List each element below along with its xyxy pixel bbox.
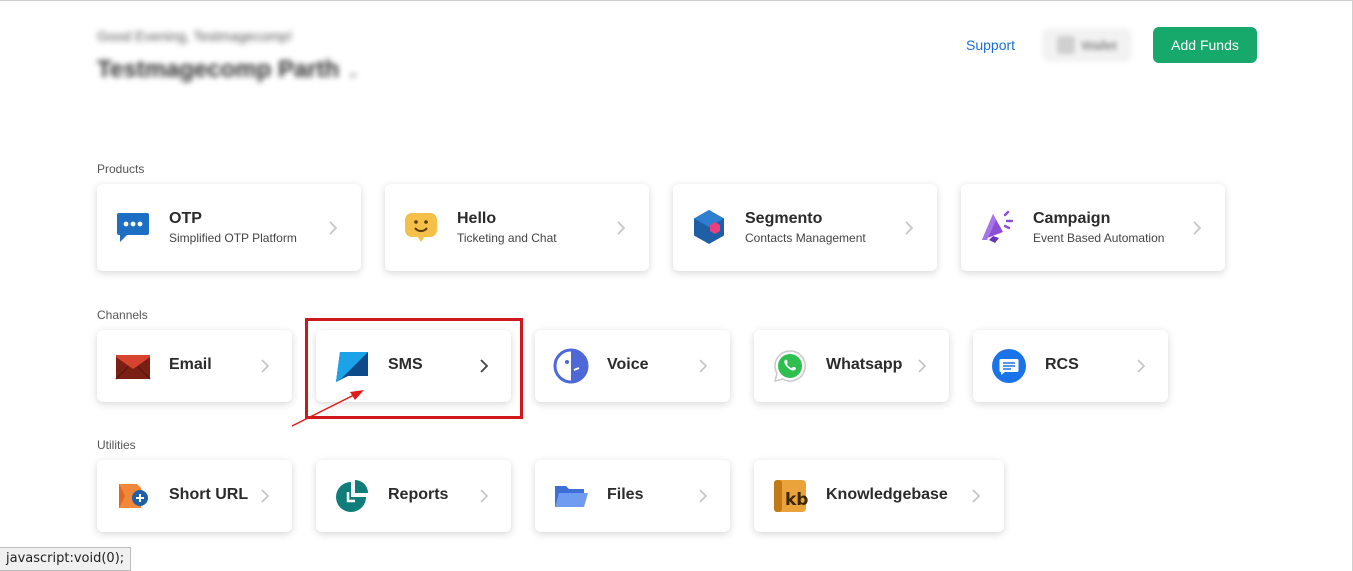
svg-text:kb: kb	[785, 490, 808, 510]
product-card-hello[interactable]: Hello Ticketing and Chat	[385, 184, 649, 271]
whatsapp-icon	[772, 348, 808, 384]
chevron-right-icon	[258, 359, 272, 373]
folder-icon	[553, 478, 589, 514]
utility-card-reports[interactable]: Reports	[316, 460, 511, 532]
utility-card-knowledgebase[interactable]: kb Knowledgebase	[754, 460, 1004, 532]
short-url-icon	[115, 478, 151, 514]
card-subtitle: Simplified OTP Platform	[169, 231, 297, 245]
product-card-segmento[interactable]: Segmento Contacts Management	[673, 184, 937, 271]
channel-card-voice[interactable]: Voice	[535, 330, 730, 402]
channel-card-email[interactable]: Email	[97, 330, 292, 402]
card-title: Segmento	[745, 210, 823, 227]
card-title: Campaign	[1033, 210, 1111, 227]
company-name: Testmagecomp Parth	[97, 56, 340, 83]
utility-card-files[interactable]: Files	[535, 460, 730, 532]
channel-card-rcs[interactable]: RCS	[973, 330, 1168, 402]
chevron-right-icon	[326, 220, 340, 235]
chevron-right-icon	[614, 220, 628, 235]
card-title: Whatsapp	[826, 356, 903, 373]
wallet-label: Wallet	[1081, 37, 1117, 53]
chevron-right-icon	[258, 489, 272, 503]
card-subtitle: Contacts Management	[745, 231, 866, 245]
card-title: RCS	[1045, 356, 1079, 373]
card-title: Short URL	[169, 486, 249, 503]
chevron-right-icon	[477, 489, 491, 503]
wallet-icon	[1057, 36, 1076, 54]
support-link[interactable]: Support	[966, 37, 1018, 53]
utility-card-short-url[interactable]: Short URL	[97, 460, 292, 532]
hello-smile-icon	[403, 209, 439, 245]
card-subtitle: Ticketing and Chat	[457, 231, 557, 245]
product-card-campaign[interactable]: Campaign Event Based Automation	[961, 184, 1225, 271]
chevron-right-icon	[915, 359, 929, 373]
product-card-otp[interactable]: OTP Simplified OTP Platform	[97, 184, 361, 271]
chevron-right-icon	[696, 489, 710, 503]
company-switcher[interactable]: Testmagecomp Parth ⌄	[97, 56, 359, 84]
card-title: Reports	[388, 486, 449, 503]
otp-chat-icon	[115, 209, 151, 245]
chevron-right-icon	[969, 489, 983, 503]
section-label-utilities: Utilities	[97, 438, 136, 452]
card-subtitle: Event Based Automation	[1033, 231, 1165, 245]
sms-highlight-box	[305, 318, 523, 419]
rcs-message-icon	[991, 348, 1027, 384]
top-border	[0, 0, 1353, 1]
voice-icon	[553, 348, 589, 384]
email-envelope-icon	[115, 348, 151, 384]
chevron-right-icon	[1134, 359, 1148, 373]
card-title: OTP	[169, 210, 202, 227]
add-funds-button[interactable]: Add Funds	[1153, 27, 1257, 63]
browser-status-bar: javascript:void(0);	[0, 547, 132, 571]
section-label-products: Products	[97, 162, 145, 176]
chevron-right-icon	[902, 220, 916, 235]
card-title: Files	[607, 486, 644, 503]
card-title: Knowledgebase	[826, 486, 948, 503]
segmento-hexagon-icon	[691, 209, 727, 245]
section-label-channels: Channels	[97, 308, 148, 322]
chevron-right-icon	[1190, 220, 1204, 235]
card-title: Email	[169, 356, 212, 373]
card-title: Voice	[607, 356, 649, 373]
reports-icon	[334, 478, 370, 514]
channel-card-whatsapp[interactable]: Whatsapp	[754, 330, 949, 402]
chevron-right-icon	[696, 359, 710, 373]
wallet-balance[interactable]: Wallet	[1042, 28, 1132, 62]
card-title: Hello	[457, 210, 497, 227]
knowledgebase-icon: kb	[772, 478, 808, 514]
campaign-megaphone-icon	[979, 209, 1015, 245]
chevron-down-icon: ⌄	[347, 64, 360, 80]
greeting-text: Good Evening, Testmagecomp!	[97, 28, 293, 44]
